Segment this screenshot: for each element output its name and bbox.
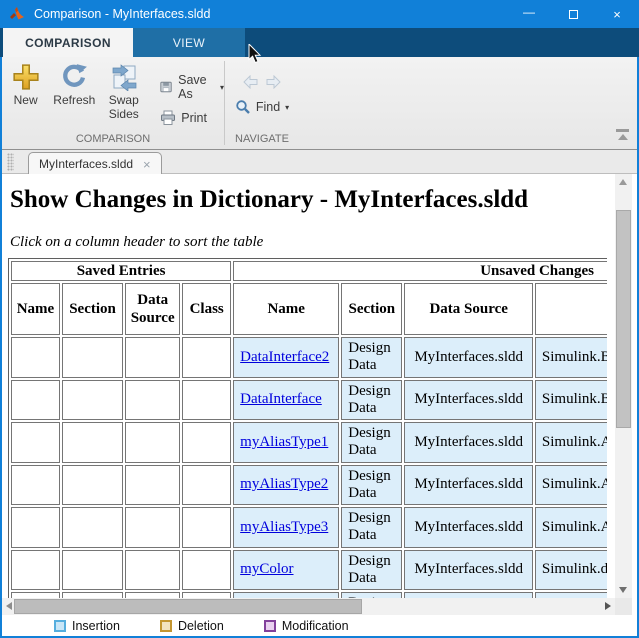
legend-bar: Insertion Deletion Modification [2,615,637,636]
find-dropdown-icon: ▾ [285,103,289,112]
scroll-down-icon[interactable] [619,587,627,593]
unsaved-changes-header[interactable]: Unsaved Changes [233,261,607,281]
close-button[interactable]: × [595,0,639,28]
matlab-logo-icon [9,6,25,22]
refresh-button[interactable]: Refresh [53,57,95,108]
horizontal-scrollbar[interactable] [2,598,615,615]
group-label-navigate: NAVIGATE [225,133,299,149]
table-row: myColor Design Data MyInterfaces.sldd Si… [11,550,607,591]
col-saved-section[interactable]: Section [62,283,123,335]
document-tab[interactable]: MyInterfaces.sldd × [28,152,162,175]
minimize-button[interactable]: — [507,0,551,28]
report-content: Show Changes in Dictionary - MyInterface… [2,174,637,636]
scrollbar-corner [615,598,632,615]
back-arrow-icon[interactable] [243,75,259,89]
find-button[interactable]: Find ▾ [235,99,289,115]
entry-link[interactable]: myAliasType3 [240,519,328,535]
tab-close-icon[interactable]: × [143,157,151,172]
col-saved-name[interactable]: Name [11,283,60,335]
table-row: myAliasType1 Design Data MyInterfaces.sl… [11,422,607,463]
save-as-button[interactable]: Save As ▾ [160,73,224,101]
new-plus-icon [12,63,40,91]
entry-link[interactable]: myAliasType2 [240,476,328,492]
entry-link[interactable]: DataInterface2 [240,349,329,365]
col-unsaved-datasource[interactable]: Data Source [404,283,533,335]
maximize-button[interactable] [551,0,595,28]
swap-sides-icon [109,63,139,91]
col-saved-class[interactable]: Class [182,283,231,335]
comparison-tool-window: Comparison - MyInterfaces.sldd — × COMPA… [0,0,639,638]
save-as-icon [160,79,173,95]
drag-grip-icon[interactable] [7,153,14,171]
comparison-table-viewport: Saved Entries Unsaved Changes Name Secti… [8,258,607,598]
saved-entries-header[interactable]: Saved Entries [11,261,231,281]
print-icon [160,110,176,126]
legend-item-insertion: Insertion [54,619,120,633]
titlebar[interactable]: Comparison - MyInterfaces.sldd — × [0,0,639,28]
table-row: DataInterface Design Data MyInterfaces.s… [11,380,607,421]
sort-hint: Click on a column header to sort the tab… [10,234,263,251]
find-icon [235,99,251,115]
window-title: Comparison - MyInterfaces.sldd [34,7,210,21]
maximize-icon [569,10,578,19]
page-title: Show Changes in Dictionary - MyInterface… [10,186,528,214]
ribbon: New Refresh Swap Sides [2,57,637,150]
refresh-icon [60,63,88,91]
table-row: DataInterface2 Design Data MyInterfaces.… [11,337,607,378]
window-border [0,57,2,638]
legend-item-modification: Modification [264,619,349,633]
table-row: myAliasType3 Design Data MyInterfaces.sl… [11,507,607,548]
tab-view[interactable]: VIEW [133,28,245,57]
entry-link[interactable]: myAliasType1 [240,434,328,450]
new-button[interactable]: New [8,57,43,108]
print-button[interactable]: Print [160,110,224,126]
table-row: myAliasType2 Design Data MyInterfaces.sl… [11,465,607,506]
col-unsaved-class[interactable]: Class [535,283,607,335]
swap-sides-button[interactable]: Swap Sides [105,57,142,122]
collapse-ribbon-button[interactable] [616,129,629,140]
horizontal-scroll-thumb[interactable] [14,599,362,614]
comparison-table: Saved Entries Unsaved Changes Name Secti… [8,258,607,598]
col-unsaved-section[interactable]: Section [341,283,402,335]
entry-link[interactable]: myColor [240,561,293,577]
scroll-right-icon[interactable] [605,602,611,610]
ribbon-tabstrip: COMPARISON VIEW ▤ ✂ ❏ ▣ ↶ ↷ ❐ ? ▾ ▾ [0,28,639,57]
deletion-swatch-icon [160,620,172,632]
scroll-up-icon[interactable] [619,179,627,185]
modification-swatch-icon [264,620,276,632]
forward-arrow-icon[interactable] [265,75,281,89]
tab-comparison[interactable]: COMPARISON [3,28,133,57]
scroll-left-icon[interactable] [6,602,12,610]
vertical-scrollbar[interactable] [615,174,632,598]
document-tabbar: MyInterfaces.sldd × [2,150,637,174]
entry-link[interactable]: DataInterface [240,391,322,407]
col-unsaved-name[interactable]: Name [233,283,339,335]
vertical-scroll-thumb[interactable] [616,210,631,428]
group-label-comparison: COMPARISON [2,133,224,149]
mouse-cursor [248,44,262,64]
insertion-swatch-icon [54,620,66,632]
legend-item-deletion: Deletion [160,619,224,633]
col-saved-datasource[interactable]: Data Source [125,283,180,335]
